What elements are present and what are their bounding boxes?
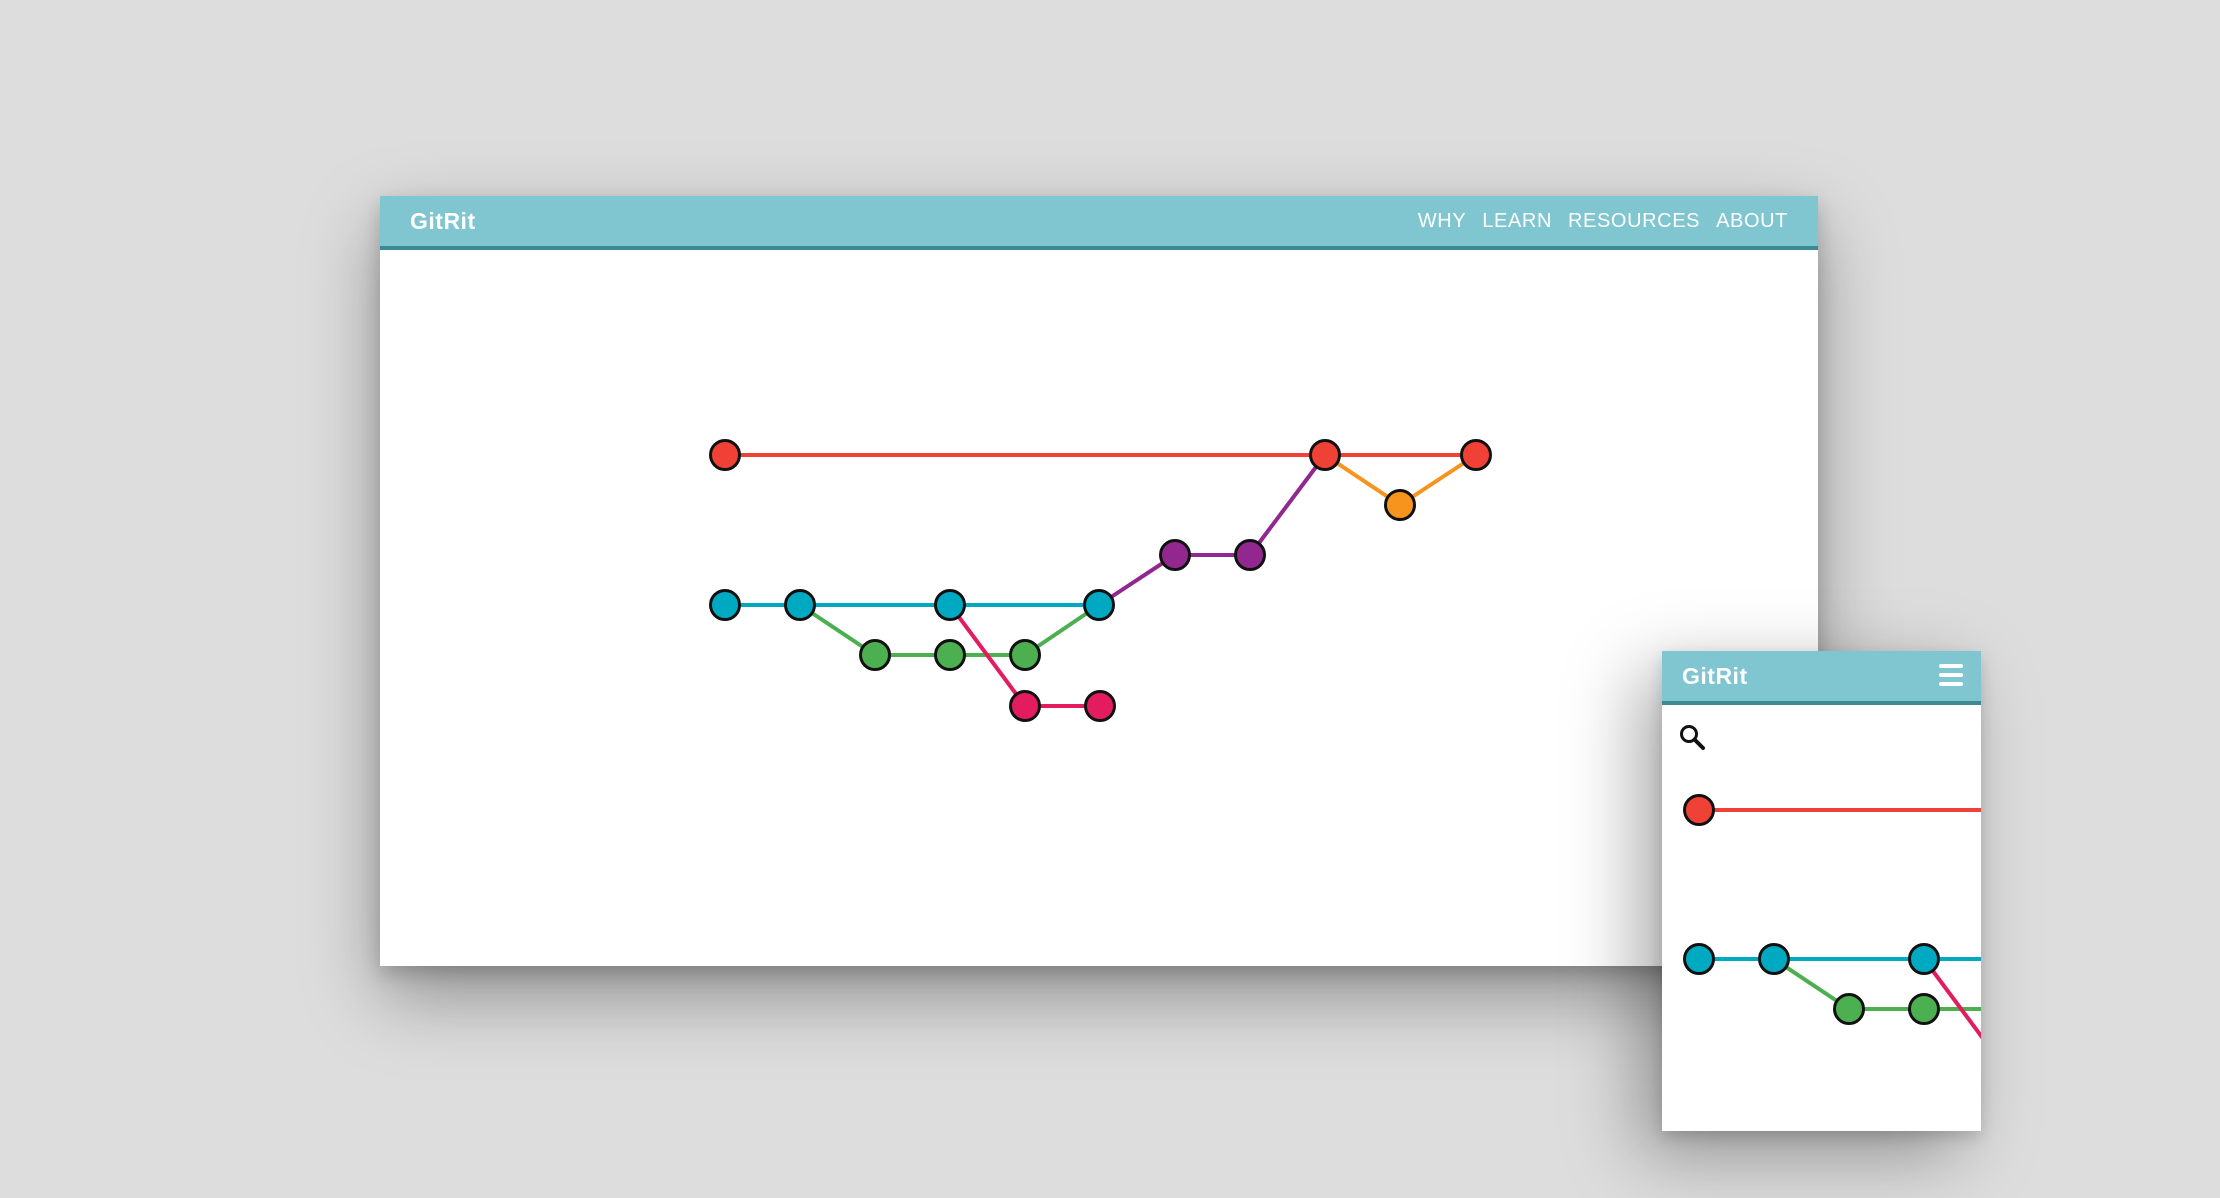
mobile-mockup: GitRit <box>1662 651 1981 1131</box>
branch-line-green <box>798 603 1101 657</box>
commit-node <box>709 439 741 471</box>
commit-node <box>1908 993 1940 1025</box>
commit-node <box>1683 794 1715 826</box>
commit-node <box>1084 690 1116 722</box>
branch-line-pink <box>948 603 1102 708</box>
brand-logo[interactable]: GitRit <box>410 196 476 246</box>
commit-node <box>934 589 966 621</box>
desktop-navbar: GitRit WHY LEARN RESOURCES ABOUT <box>380 196 1818 250</box>
nav-links: WHY LEARN RESOURCES ABOUT <box>1418 196 1788 246</box>
branch-line-green <box>1772 957 1981 1011</box>
nav-link-why[interactable]: WHY <box>1418 210 1466 233</box>
commit-node <box>1384 489 1416 521</box>
git-branch-graph <box>709 439 1492 722</box>
commit-node <box>709 589 741 621</box>
commit-node <box>1460 439 1492 471</box>
search-icon[interactable] <box>1678 723 1708 753</box>
commit-node <box>1009 690 1041 722</box>
nav-link-about[interactable]: ABOUT <box>1716 210 1788 233</box>
commit-node <box>1009 639 1041 671</box>
commit-node <box>1159 539 1191 571</box>
branch-line-pink <box>1922 957 1981 1040</box>
hamburger-menu-icon[interactable] <box>1939 664 1963 688</box>
commit-node <box>1083 589 1115 621</box>
commit-node <box>784 589 816 621</box>
commit-node <box>1833 993 1865 1025</box>
commit-node <box>1683 943 1715 975</box>
branch-line-purple <box>1097 453 1327 607</box>
branch-line-orange <box>1323 453 1478 508</box>
commit-node <box>1758 943 1790 975</box>
commit-node <box>859 639 891 671</box>
commit-node <box>1908 943 1940 975</box>
commit-node <box>1234 539 1266 571</box>
desktop-mockup: GitRit WHY LEARN RESOURCES ABOUT <box>380 196 1818 966</box>
nav-link-learn[interactable]: LEARN <box>1482 210 1552 233</box>
mobile-navbar: GitRit <box>1662 651 1981 705</box>
mobile-git-branch-graph <box>1683 794 1981 1040</box>
commit-node <box>1309 439 1341 471</box>
mobile-brand-logo[interactable]: GitRit <box>1682 651 1748 701</box>
commit-node <box>934 639 966 671</box>
nav-link-resources[interactable]: RESOURCES <box>1568 210 1700 233</box>
